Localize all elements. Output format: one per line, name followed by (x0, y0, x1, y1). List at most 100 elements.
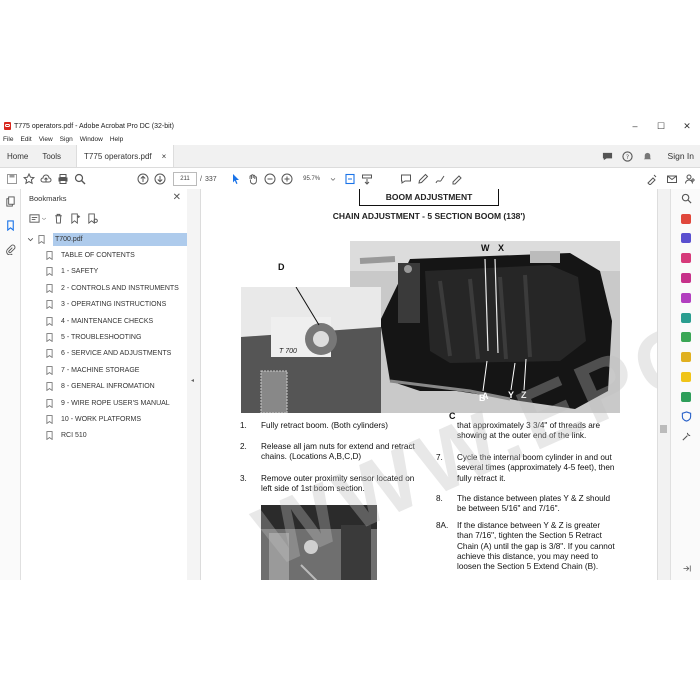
bookmark-item[interactable]: 6 - SERVICE AND ADJUSTMENTS (21, 346, 187, 362)
main-toolbar: 211 / 337 95.7% (0, 168, 700, 191)
send-for-review-icon[interactable] (671, 308, 700, 328)
step-number: 7. (436, 453, 443, 462)
vertical-scrollbar[interactable] (657, 189, 670, 580)
stamp-sign-icon[interactable] (449, 171, 466, 188)
expand-bookmark-icon[interactable] (87, 212, 98, 224)
bookmarks-title: Bookmarks (29, 194, 67, 203)
zoom-out-icon[interactable] (262, 171, 279, 188)
bookmark-item[interactable]: 10 - WORK PLATFORMS (21, 411, 187, 427)
combine-files-icon[interactable] (671, 229, 700, 249)
menu-help[interactable]: Help (110, 136, 123, 143)
menu-file[interactable]: File (3, 136, 13, 143)
add-comment-icon[interactable] (398, 171, 415, 188)
search-tool-icon[interactable] (671, 189, 700, 209)
step-number: 3. (240, 474, 247, 483)
minimize-button[interactable]: – (622, 121, 648, 132)
bookmark-item[interactable]: TABLE OF CONTENTS (21, 247, 187, 263)
organize-pages-icon[interactable] (671, 248, 700, 268)
bookmarks-toolbar (21, 208, 187, 228)
comment-bubble-icon[interactable] (602, 151, 613, 162)
panel-splitter[interactable]: ◂ (187, 189, 201, 580)
page-total: 337 (204, 175, 217, 183)
zoom-search-icon[interactable] (71, 171, 88, 188)
boom-chain-photo: W X B A Y Z (350, 241, 620, 413)
page-number-input[interactable]: 211 (173, 172, 197, 186)
sign-in-button[interactable]: Sign In (668, 151, 694, 161)
highlight-pen-icon[interactable] (415, 171, 432, 188)
share-tool-icon[interactable] (671, 387, 700, 407)
more-tools-icon[interactable] (671, 427, 700, 447)
document-viewport[interactable]: BOOM ADJUSTMENT CHAIN ADJUSTMENT - 5 SEC… (201, 189, 657, 580)
bookmark-root[interactable]: T700.pdf (21, 231, 187, 247)
email-icon[interactable] (663, 171, 680, 188)
menu-sign[interactable]: Sign (60, 136, 73, 143)
step-number: 2. (240, 442, 247, 451)
page-thumbnails-icon[interactable] (0, 189, 20, 213)
bookmark-item[interactable]: 2 - CONTROLS AND INSTRUMENTS (21, 280, 187, 296)
create-pdf-icon[interactable] (671, 209, 700, 229)
print-icon[interactable] (54, 171, 71, 188)
bookmark-item[interactable]: 9 - WIRE ROPE USER'S MANUAL (21, 395, 187, 411)
new-bookmark-icon[interactable] (70, 212, 81, 224)
chevron-down-icon[interactable] (328, 171, 338, 188)
hand-tool-icon[interactable] (245, 171, 262, 188)
title-bar: T775 operators.pdf - Adobe Acrobat Pro D… (0, 118, 700, 134)
bookmark-item[interactable]: 7 - MACHINE STORAGE (21, 362, 187, 378)
collapse-panel-icon[interactable]: ◂ (191, 377, 194, 384)
maximize-button[interactable]: ☐ (648, 121, 674, 132)
zoom-level-select[interactable]: 95.7% (296, 173, 328, 185)
help-icon[interactable]: ? (621, 150, 633, 162)
bookmark-item[interactable]: 4 - MAINTENANCE CHECKS (21, 313, 187, 329)
save-icon[interactable] (3, 171, 20, 188)
bookmark-options-icon[interactable] (29, 213, 40, 224)
menu-edit[interactable]: Edit (20, 136, 31, 143)
protect-shield-icon[interactable] (671, 407, 700, 427)
menu-view[interactable]: View (39, 136, 53, 143)
edit-pdf-icon[interactable] (671, 288, 700, 308)
share-user-icon[interactable] (681, 171, 698, 188)
fill-and-sign-icon[interactable] (671, 347, 700, 367)
chevron-down-icon[interactable] (41, 213, 47, 224)
pdf-page: BOOM ADJUSTMENT CHAIN ADJUSTMENT - 5 SEC… (201, 189, 657, 580)
fit-page-icon[interactable] (342, 171, 359, 188)
previous-page-icon[interactable] (134, 171, 151, 188)
attachments-paperclip-icon[interactable] (0, 237, 20, 261)
bookmark-star-icon[interactable] (20, 171, 37, 188)
compress-pdf-icon[interactable] (671, 328, 700, 348)
tab-tools[interactable]: Tools (35, 145, 68, 167)
left-navigation-rail (0, 189, 21, 580)
zoom-in-icon[interactable] (279, 171, 296, 188)
select-pointer-icon[interactable] (228, 171, 245, 188)
close-window-button[interactable]: ✕ (674, 121, 700, 132)
chevron-down-icon[interactable] (27, 236, 34, 243)
next-page-icon[interactable] (151, 171, 168, 188)
bookmarks-panel-icon[interactable] (0, 213, 20, 237)
bookmark-item[interactable]: 3 - OPERATING INSTRUCTIONS (21, 297, 187, 313)
expand-rail-icon[interactable] (671, 558, 700, 578)
delete-bookmark-icon[interactable] (53, 213, 64, 224)
bookmark-item[interactable]: 8 - GENERAL INFROMATION (21, 379, 187, 395)
bookmark-item-label: 2 - CONTROLS AND INSTRUMENTS (61, 284, 179, 292)
bookmark-item-label: TABLE OF CONTENTS (61, 252, 135, 260)
step-text: Release all jam nuts for extend and retr… (261, 442, 415, 462)
fill-sign-icon[interactable] (643, 171, 660, 188)
page-header: BOOM ADJUSTMENT (359, 189, 499, 206)
export-pdf-icon[interactable] (671, 268, 700, 288)
notification-bell-icon[interactable] (642, 151, 653, 162)
scrollbar-thumb[interactable] (660, 425, 667, 433)
label-c: C (449, 411, 456, 421)
scroll-mode-icon[interactable] (359, 171, 376, 188)
draw-tool-icon[interactable] (432, 171, 449, 188)
close-tab-icon[interactable]: × (162, 152, 167, 161)
tab-bar: Home Tools T775 operators.pdf × ? Sign I… (0, 145, 700, 168)
bookmark-icon (46, 251, 53, 261)
close-panel-icon[interactable]: ✕ (173, 192, 181, 203)
tab-document[interactable]: T775 operators.pdf × (76, 145, 175, 167)
comment-tool-icon[interactable] (671, 367, 700, 387)
tab-home[interactable]: Home (0, 145, 35, 167)
upload-cloud-icon[interactable] (37, 171, 54, 188)
bookmark-item[interactable]: 5 - TROUBLESHOOTING (21, 329, 187, 345)
bookmark-item[interactable]: 1 - SAFETY (21, 264, 187, 280)
bookmark-item[interactable]: RCI 510 (21, 428, 187, 444)
menu-window[interactable]: Window (80, 136, 103, 143)
